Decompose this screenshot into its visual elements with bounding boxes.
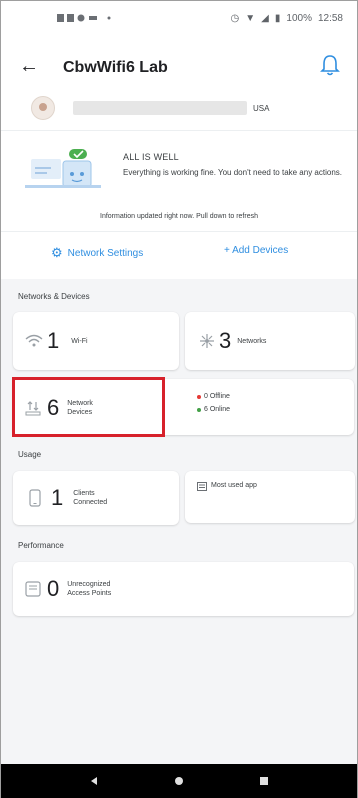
- clock: 12:58: [317, 12, 343, 24]
- gear-icon: ⚙: [51, 245, 63, 260]
- unrecognized-access-points-card[interactable]: 0 Unrecognized Access Points: [13, 562, 354, 616]
- divider: [1, 130, 357, 131]
- notification-icons: [57, 13, 123, 23]
- system-nav-bar: [1, 764, 357, 798]
- clients-label-line1: Clients: [73, 490, 95, 497]
- divider: [1, 231, 357, 232]
- network-devices-count: 6: [47, 395, 60, 420]
- status-title: ALL IS WELL: [123, 152, 179, 162]
- device-status-list: 0 Offline 6 Online: [197, 393, 230, 413]
- wifi-icon: [25, 334, 43, 347]
- battery-percent: 100%: [286, 12, 312, 24]
- nav-home-icon[interactable]: [174, 776, 184, 786]
- alarm-icon: ◷: [230, 12, 240, 24]
- phone-icon: [29, 489, 41, 507]
- offline-count: 0 Offline: [204, 393, 230, 400]
- wifi-signal-icon: ▼: [245, 12, 256, 24]
- system-icons: ◷ ▼ ◢ ▮ 100% 12:58: [231, 13, 343, 24]
- networks-label: Networks: [237, 337, 267, 345]
- add-devices-label: + Add Devices: [224, 245, 289, 256]
- back-arrow-icon[interactable]: ←: [19, 55, 39, 78]
- clients-label-line2: Connected: [73, 499, 108, 506]
- nav-recents-icon[interactable]: [259, 776, 269, 786]
- app-header: ← CbwWifi6 Lab: [1, 49, 357, 85]
- unrecognized-label: Unrecognized Access Points: [67, 580, 111, 598]
- add-devices-button[interactable]: + Add Devices: [224, 245, 288, 256]
- network-settings-label: Network Settings: [67, 247, 144, 259]
- app-list-icon: [197, 482, 207, 491]
- networks-icon: [200, 334, 214, 348]
- battery-icon: ▮: [274, 12, 281, 24]
- network-ok-illustration: [25, 149, 101, 188]
- nav-back-icon[interactable]: [89, 776, 99, 786]
- account-row[interactable]: USA: [31, 95, 337, 121]
- clients-count: 1: [51, 485, 64, 510]
- offline-dot-icon: [197, 394, 201, 399]
- section-networks-devices: Networks & Devices: [18, 292, 90, 301]
- online-count: 6 Online: [204, 406, 231, 413]
- page-title: CbwWifi6 Lab: [63, 59, 168, 76]
- status-bar: ◷ ▼ ◢ ▮ 100% 12:58: [1, 1, 357, 35]
- wifi-count: 1: [47, 328, 60, 353]
- bell-icon[interactable]: [319, 53, 341, 77]
- section-performance: Performance: [18, 541, 64, 550]
- wifi-card[interactable]: 1 Wi-Fi: [13, 312, 179, 370]
- clients-card[interactable]: 1 Clients Connected: [13, 471, 179, 525]
- most-used-app-card[interactable]: Most used app: [185, 471, 355, 523]
- most-used-app-label: Most used app: [211, 482, 257, 489]
- network-devices-summary: 6 Network Devices: [25, 395, 93, 421]
- online-dot-icon: [197, 407, 201, 412]
- online-row: 6 Online: [197, 406, 230, 413]
- network-devices-label: Network Devices: [67, 399, 93, 417]
- network-devices-card[interactable]: 6 Network Devices 0 Offline 6 Online: [13, 379, 354, 435]
- redacted-account-name: [73, 101, 247, 115]
- network-devices-label-line2: Devices: [67, 409, 93, 416]
- updated-note: Information updated right now. Pull down…: [100, 213, 258, 220]
- clients-label: Clients Connected: [73, 489, 107, 507]
- unrecognized-label-line2: Access Points: [67, 590, 112, 597]
- account-country: USA: [253, 103, 270, 113]
- unrecognized-count: 0: [47, 576, 60, 601]
- wifi-label: Wi-Fi: [71, 337, 88, 345]
- access-point-icon: [25, 581, 41, 597]
- section-usage: Usage: [18, 450, 42, 459]
- notification-icons-svg: [57, 14, 111, 22]
- phone-screen: ◷ ▼ ◢ ▮ 100% 12:58 ← CbwWifi6 Lab USA AL…: [0, 0, 358, 798]
- status-description: Everything is working fine. You don't ne…: [123, 168, 342, 177]
- network-settings-button[interactable]: ⚙ Network Settings: [51, 245, 143, 261]
- avatar: [31, 96, 55, 120]
- offline-row: 0 Offline: [197, 393, 230, 400]
- networks-count: 3: [219, 328, 232, 353]
- unrecognized-label-line1: Unrecognized: [67, 581, 111, 588]
- network-device-icon: [25, 401, 41, 416]
- networks-card[interactable]: 3 Networks: [185, 312, 355, 370]
- cell-signal-icon: ◢: [261, 12, 269, 24]
- network-devices-label-line1: Network: [67, 400, 93, 407]
